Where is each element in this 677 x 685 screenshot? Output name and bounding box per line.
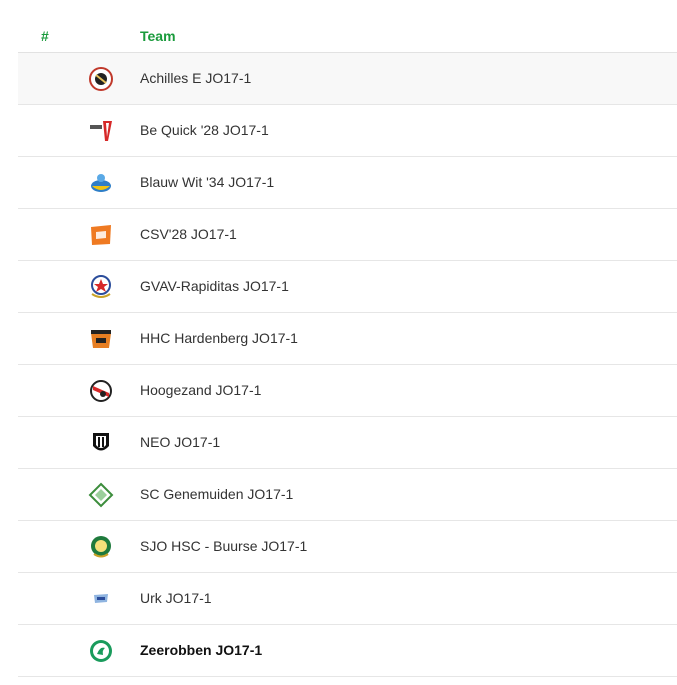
- table-row[interactable]: Blauw Wit '34 JO17-1: [18, 157, 677, 209]
- team-column-header: Team: [140, 28, 176, 44]
- team-name[interactable]: Blauw Wit '34 JO17-1: [140, 174, 274, 190]
- table-row[interactable]: Be Quick '28 JO17-1: [18, 105, 677, 157]
- table-row[interactable]: SC Genemuiden JO17-1: [18, 469, 677, 521]
- sjo-hsc-buurse-logo-icon: [88, 534, 114, 560]
- sc-genemuiden-logo-icon: [88, 482, 114, 508]
- table-row[interactable]: CSV'28 JO17-1: [18, 209, 677, 261]
- table-header: # Team: [18, 18, 677, 53]
- team-name[interactable]: Zeerobben JO17-1: [140, 642, 262, 658]
- team-name[interactable]: GVAV-Rapiditas JO17-1: [140, 278, 289, 294]
- table-row[interactable]: NEO JO17-1: [18, 417, 677, 469]
- table-row[interactable]: HHC Hardenberg JO17-1: [18, 313, 677, 365]
- team-name[interactable]: Hoogezand JO17-1: [140, 382, 261, 398]
- team-name[interactable]: NEO JO17-1: [140, 434, 220, 450]
- be-quick-logo-icon: [88, 118, 114, 144]
- team-name[interactable]: CSV'28 JO17-1: [140, 226, 237, 242]
- team-name[interactable]: SJO HSC - Buurse JO17-1: [140, 538, 307, 554]
- table-row[interactable]: Zeerobben JO17-1: [18, 625, 677, 677]
- table-row[interactable]: GVAV-Rapiditas JO17-1: [18, 261, 677, 313]
- team-name[interactable]: Urk JO17-1: [140, 590, 212, 606]
- neo-logo-icon: [88, 430, 114, 456]
- hhc-logo-icon: [88, 326, 114, 352]
- urk-logo-icon: [88, 586, 114, 612]
- csv28-logo-icon: [88, 222, 114, 248]
- standings-table: # Team Achilles E JO17-1 Be Quick '28 JO…: [18, 18, 677, 677]
- zeerobben-logo-icon: [88, 638, 114, 664]
- blauw-wit-logo-icon: [88, 170, 114, 196]
- table-row[interactable]: SJO HSC - Buurse JO17-1: [18, 521, 677, 573]
- rank-column-header: #: [41, 28, 49, 44]
- gvav-logo-icon: [88, 274, 114, 300]
- table-row[interactable]: Hoogezand JO17-1: [18, 365, 677, 417]
- achilles-logo-icon: [88, 66, 114, 92]
- team-name[interactable]: SC Genemuiden JO17-1: [140, 486, 293, 502]
- team-name[interactable]: Be Quick '28 JO17-1: [140, 122, 269, 138]
- hoogezand-logo-icon: [88, 378, 114, 404]
- team-name[interactable]: Achilles E JO17-1: [140, 70, 251, 86]
- table-row[interactable]: Urk JO17-1: [18, 573, 677, 625]
- table-row[interactable]: Achilles E JO17-1: [18, 53, 677, 105]
- team-name[interactable]: HHC Hardenberg JO17-1: [140, 330, 298, 346]
